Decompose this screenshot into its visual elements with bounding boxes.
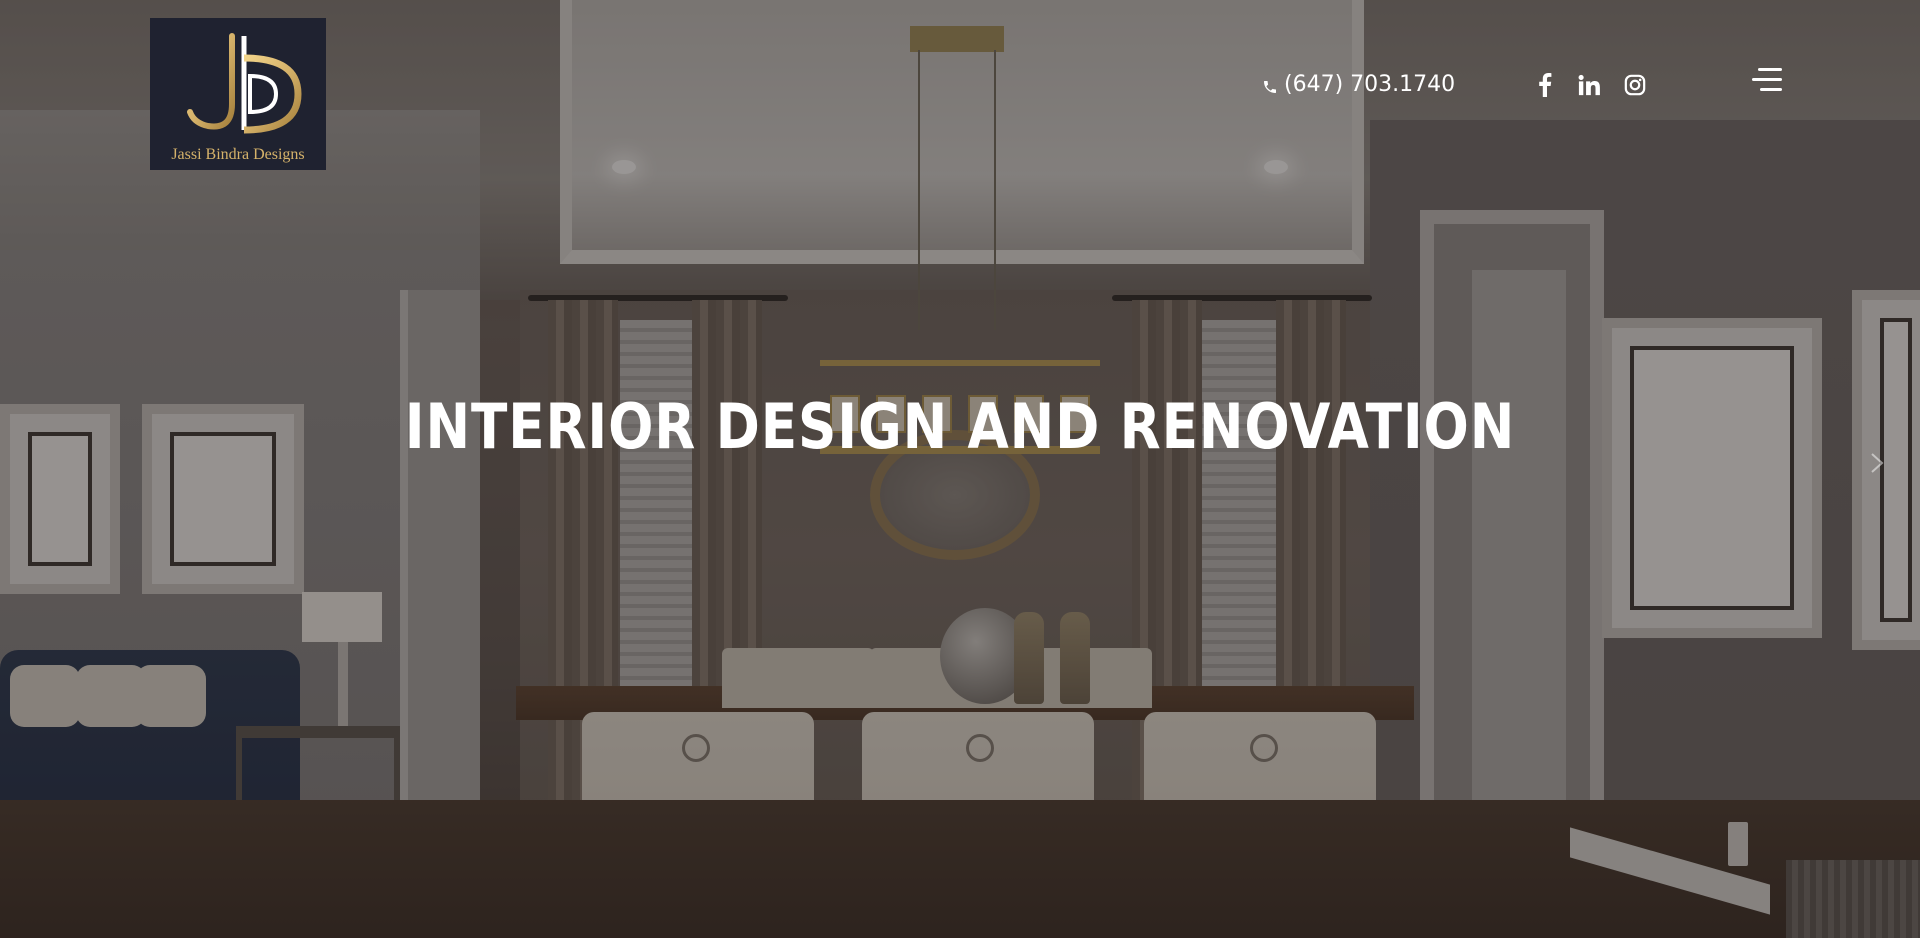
linkedin-link[interactable]: [1576, 72, 1602, 98]
hero-title: INTERIOR DESIGN AND RENOVATION: [404, 389, 1516, 463]
chevron-right-icon[interactable]: [1868, 452, 1886, 474]
phone-number: (647) 703.1740: [1284, 71, 1456, 97]
facebook-icon: [1539, 73, 1552, 97]
logo-text: Jassi Bindra Designs: [171, 146, 305, 163]
linkedin-icon: [1578, 74, 1600, 96]
phone-link[interactable]: (647) 703.1740: [1262, 70, 1455, 98]
hamburger-menu-icon[interactable]: [1748, 66, 1782, 94]
instagram-icon: [1624, 74, 1646, 96]
phone-icon: [1262, 76, 1278, 93]
instagram-link[interactable]: [1622, 72, 1648, 98]
site-logo[interactable]: Jassi Bindra Designs: [150, 18, 326, 170]
facebook-link[interactable]: [1532, 72, 1558, 98]
